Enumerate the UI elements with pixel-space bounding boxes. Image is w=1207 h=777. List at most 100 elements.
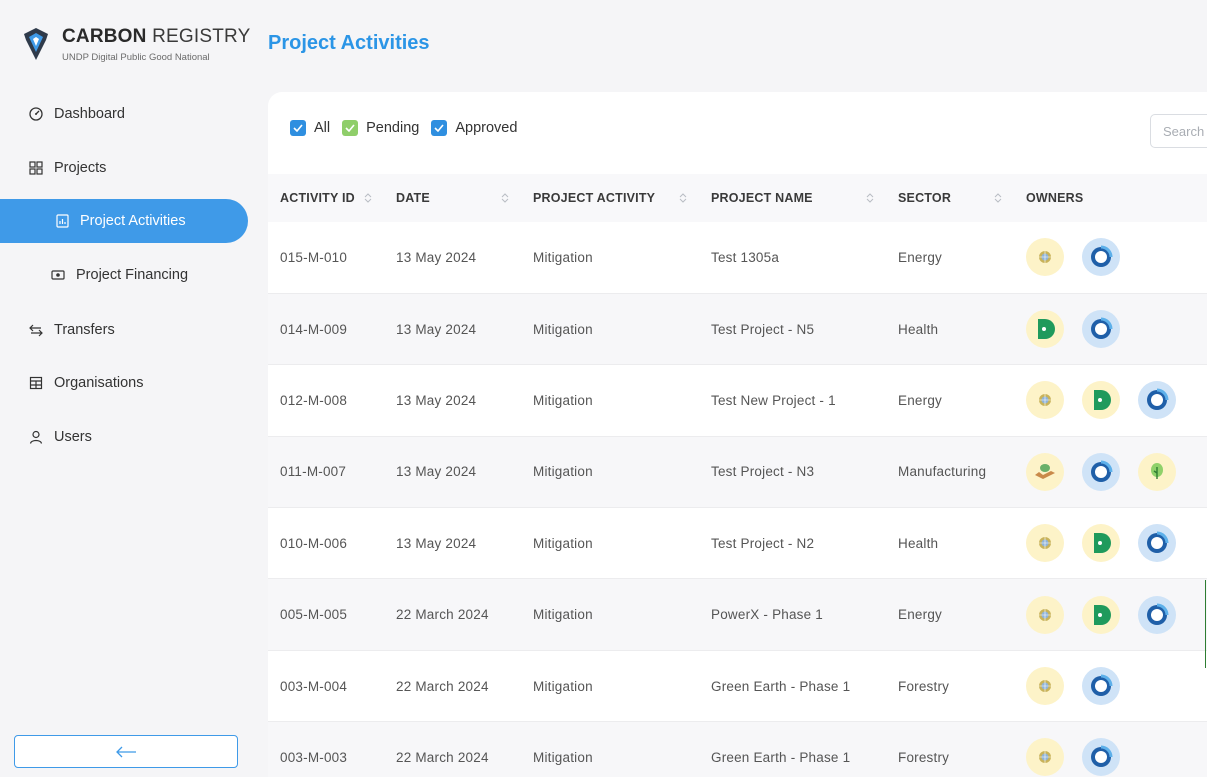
filter-approved-checkbox[interactable]: Approved bbox=[431, 120, 517, 136]
ring-logo-icon bbox=[1091, 245, 1113, 268]
plant-logo-icon bbox=[1151, 462, 1163, 479]
sidebar-item-dashboard[interactable]: Dashboard bbox=[0, 92, 256, 136]
owner-avatar[interactable] bbox=[1026, 738, 1064, 777]
column-header-date[interactable]: DATE bbox=[384, 174, 521, 222]
sidebar-item-label: Projects bbox=[54, 160, 107, 176]
sidebar-item-organisations[interactable]: Organisations bbox=[0, 361, 256, 405]
sidebar-item-label: Project Financing bbox=[76, 267, 189, 283]
owner-avatar[interactable] bbox=[1082, 238, 1120, 277]
owner-avatar[interactable] bbox=[1082, 381, 1120, 420]
d-logo-icon bbox=[1094, 390, 1111, 411]
owner-avatar[interactable] bbox=[1082, 595, 1120, 634]
owner-avatar[interactable] bbox=[1138, 452, 1176, 491]
owner-avatar[interactable] bbox=[1026, 238, 1064, 277]
table-header-row: ACTIVITY ID DATE PROJECT ACTIVITY PROJEC… bbox=[268, 174, 1207, 222]
checkbox-checked-icon bbox=[290, 120, 306, 136]
column-header-label: PROJECT NAME bbox=[711, 191, 813, 205]
hand-logo-icon bbox=[1035, 463, 1055, 479]
date-cell: 13 May 2024 bbox=[396, 535, 477, 551]
project-name-cell: Test 1305a bbox=[711, 249, 780, 265]
activity-id-cell: 014-M-009 bbox=[280, 321, 348, 337]
globe-logo-icon bbox=[1039, 751, 1051, 764]
globe-logo-icon bbox=[1039, 680, 1051, 693]
sidebar-item-users[interactable]: Users bbox=[0, 415, 256, 459]
owner-avatar[interactable] bbox=[1138, 595, 1176, 634]
ring-logo-icon bbox=[1091, 674, 1113, 697]
sidebar-item-label: Transfers bbox=[54, 322, 115, 338]
filter-all-checkbox[interactable]: All bbox=[290, 120, 330, 136]
brand-name-rest: REGISTRY bbox=[146, 26, 251, 47]
column-header-owners: OWNERS bbox=[1014, 174, 1207, 222]
table-row[interactable]: 014-M-009 13 May 2024 Mitigation Test Proje… bbox=[268, 293, 1207, 365]
table-row[interactable]: 003-M-004 22 March 2024 Mitigation Green Ea… bbox=[268, 650, 1207, 722]
column-header-project-name[interactable]: PROJECT NAME bbox=[699, 174, 886, 222]
filter-pending-checkbox[interactable]: Pending bbox=[342, 120, 419, 136]
report-icon bbox=[54, 213, 70, 229]
owner-avatar[interactable] bbox=[1138, 381, 1176, 420]
owner-avatar[interactable] bbox=[1026, 452, 1064, 491]
globe-logo-icon bbox=[1039, 394, 1051, 407]
owners-cell bbox=[1014, 508, 1207, 579]
brand-name-bold: CARBON bbox=[62, 26, 147, 47]
table-row[interactable]: 005-M-005 22 March 2024 Mitigation PowerX -… bbox=[268, 578, 1207, 651]
table-row[interactable]: 012-M-008 13 May 2024 Mitigation Test New P… bbox=[268, 365, 1207, 437]
sidebar: CARBON REGISTRY UNDP Digital Public Good… bbox=[0, 0, 256, 777]
column-header-project-activity[interactable]: PROJECT ACTIVITY bbox=[521, 174, 699, 222]
project-activity-cell: Mitigation bbox=[533, 535, 593, 551]
column-header-activity-id[interactable]: ACTIVITY ID bbox=[268, 174, 384, 222]
checkbox-checked-icon bbox=[342, 120, 359, 136]
table-row[interactable]: 011-M-007 13 May 2024 Mitigation Test Proje… bbox=[268, 436, 1207, 508]
sidebar-item-label: Project Activities bbox=[80, 213, 186, 229]
arrow-left-icon bbox=[116, 746, 136, 757]
d-logo-icon bbox=[1094, 533, 1111, 554]
diamond-logo-icon bbox=[24, 28, 48, 60]
money-icon bbox=[50, 267, 66, 283]
sidebar-item-transfers[interactable]: Transfers bbox=[0, 308, 256, 352]
search-input[interactable] bbox=[1150, 114, 1207, 148]
owner-avatar[interactable] bbox=[1082, 667, 1120, 706]
table-row[interactable]: 010-M-006 13 May 2024 Mitigation Test Proje… bbox=[268, 508, 1207, 579]
project-activity-cell: Mitigation bbox=[533, 321, 593, 337]
filter-approved-label: Approved bbox=[455, 120, 518, 136]
date-cell: 22 March 2024 bbox=[396, 678, 489, 694]
column-header-sector[interactable]: SECTOR bbox=[886, 174, 1014, 222]
owners-list bbox=[1026, 452, 1207, 491]
owner-avatar[interactable] bbox=[1082, 310, 1120, 349]
project-activity-cell: Mitigation bbox=[533, 392, 593, 408]
owners-list bbox=[1026, 310, 1207, 349]
owner-avatar[interactable] bbox=[1026, 595, 1064, 634]
sector-cell: Health bbox=[898, 321, 939, 337]
page-title: Project Activities bbox=[268, 32, 430, 54]
collapse-sidebar-button[interactable] bbox=[14, 735, 238, 768]
project-name-cell: Green Earth - Phase 1 bbox=[711, 749, 851, 765]
sector-cell: Forestry bbox=[898, 678, 950, 694]
date-cell: 13 May 2024 bbox=[396, 249, 477, 265]
checkbox-checked-icon bbox=[431, 120, 448, 136]
owner-avatar[interactable] bbox=[1026, 381, 1064, 420]
owner-avatar[interactable] bbox=[1026, 524, 1064, 563]
brand-logo[interactable]: CARBON REGISTRY UNDP Digital Public Good… bbox=[20, 26, 250, 63]
table-row[interactable]: 015-M-010 13 May 2024 Mitigation Test 1305a… bbox=[268, 222, 1207, 294]
activity-id-cell: 010-M-006 bbox=[280, 535, 348, 551]
sidebar-item-label: Organisations bbox=[54, 375, 144, 391]
owner-avatar[interactable] bbox=[1138, 524, 1176, 563]
owner-avatar[interactable] bbox=[1082, 524, 1120, 563]
activity-id-cell: 005-M-005 bbox=[280, 607, 348, 623]
sidebar-item-project-activities[interactable]: Project Activities bbox=[0, 199, 248, 243]
date-cell: 13 May 2024 bbox=[396, 464, 477, 480]
building-icon bbox=[28, 375, 44, 391]
table-row[interactable]: 003-M-003 22 March 2024 Mitigation Green Ea… bbox=[268, 721, 1207, 777]
owner-avatar[interactable] bbox=[1082, 452, 1120, 491]
sidebar-item-project-financing[interactable]: Project Financing bbox=[0, 253, 256, 297]
sidebar-item-projects[interactable]: Projects bbox=[0, 146, 256, 190]
user-icon bbox=[28, 429, 44, 445]
d-logo-icon bbox=[1094, 604, 1111, 625]
owner-avatar[interactable] bbox=[1026, 310, 1064, 349]
d-logo-icon bbox=[1038, 319, 1055, 340]
sector-cell: Energy bbox=[898, 249, 942, 265]
owner-avatar[interactable] bbox=[1082, 738, 1120, 777]
ring-logo-icon bbox=[1147, 531, 1169, 554]
activity-id-cell: 012-M-008 bbox=[280, 392, 348, 408]
status-filters: All Pending Approved bbox=[290, 120, 529, 136]
owner-avatar[interactable] bbox=[1026, 667, 1064, 706]
